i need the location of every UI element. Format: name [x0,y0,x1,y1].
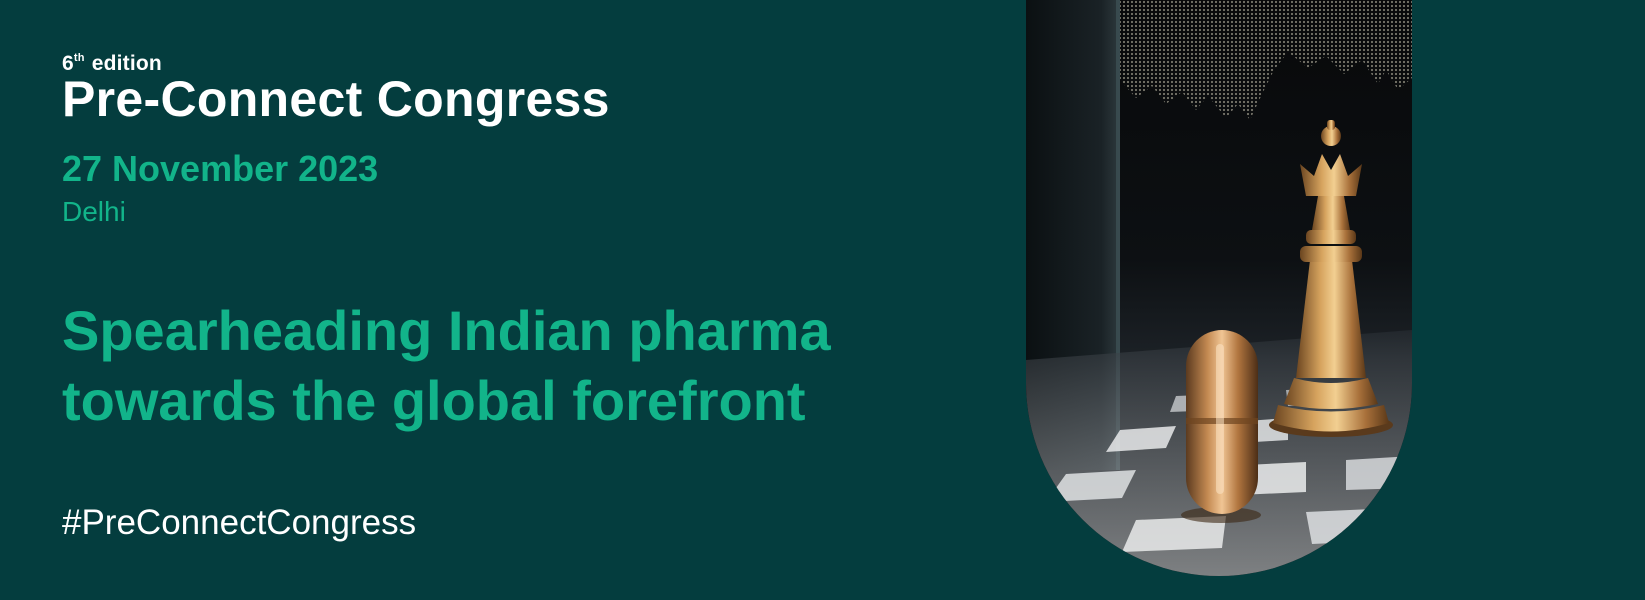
event-banner: 6th edition Pre-Connect Congress 27 Nove… [0,0,1645,600]
event-title: Pre-Connect Congress [62,71,610,127]
banner-text-column: 6th edition Pre-Connect Congress 27 Nove… [62,0,962,600]
tagline-line-2: towards the global forefront [62,369,806,432]
event-date: 27 November 2023 [62,148,379,189]
tagline-line-1: Spearheading Indian pharma [62,299,831,362]
hero-photo-illustration [1026,0,1412,576]
capsule-icon [1181,330,1261,523]
edition-suffix: th [73,52,85,64]
event-hashtag: #PreConnectCongress [62,503,417,542]
hero-photo [1026,0,1412,576]
event-city: Delhi [62,196,126,227]
event-tagline: Spearheading Indian pharma towards the gl… [62,296,831,436]
